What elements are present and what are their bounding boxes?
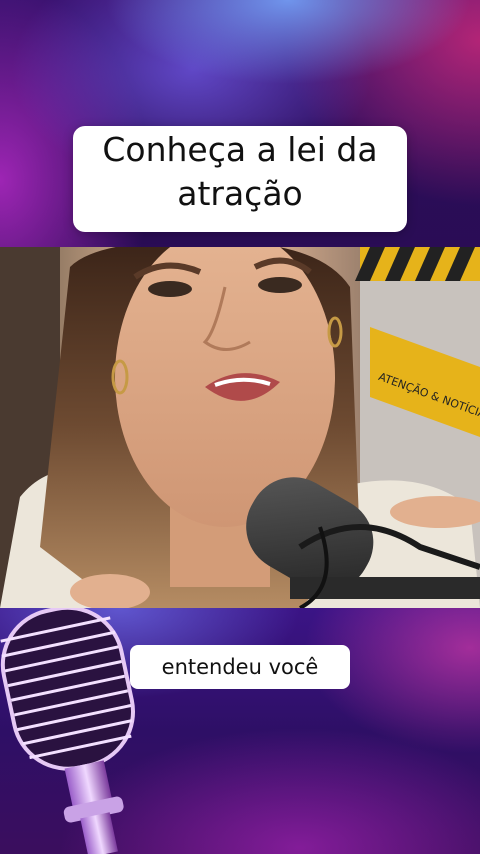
title-line-1: Conheça a lei da: [102, 130, 378, 169]
right-eye: [258, 277, 302, 293]
video-scene: ATENÇÃO & NOTÍCIA: [0, 247, 480, 608]
left-eye: [148, 281, 192, 297]
title-caption: Conheça a lei da atração: [73, 128, 407, 216]
title-line-2: atração: [177, 174, 303, 213]
subtitle-caption: entendeu você: [161, 655, 319, 679]
video-frame[interactable]: ATENÇÃO & NOTÍCIA: [0, 247, 480, 608]
caution-tape-top: [355, 247, 480, 281]
